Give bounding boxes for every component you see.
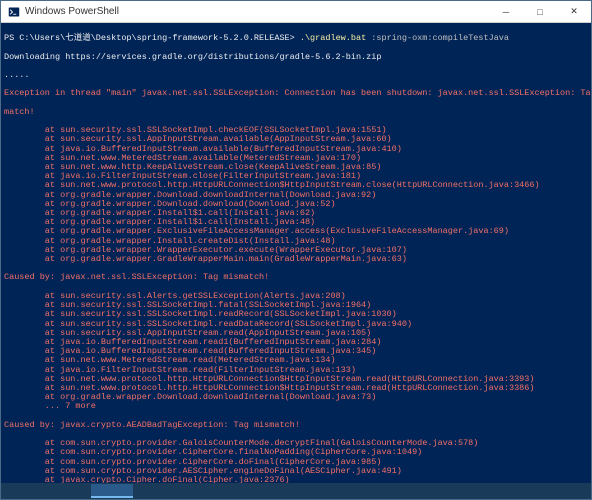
command-exec: .\gradlew.bat — [300, 33, 366, 43]
output-line: Downloading https://services.gradle.org/… — [4, 53, 588, 62]
stacktrace-line: ... 7 more — [4, 402, 588, 411]
stacktrace-line: at javax.crypto.Cipher.doFinal(Cipher.ja… — [4, 476, 588, 483]
powershell-window: Windows PowerShell ─ □ ✕ PS C:\Users\七道道… — [0, 0, 592, 500]
taskbar[interactable] — [1, 483, 591, 499]
window-title: Windows PowerShell — [25, 6, 489, 17]
minimize-button[interactable]: ─ — [489, 1, 523, 22]
stacktrace-line: at org.gradle.wrapper.GradleWrapperMain.… — [4, 255, 588, 264]
error-line: Caused by: javax.crypto.AEADBadTagExcept… — [4, 421, 588, 430]
error-line: match! — [4, 108, 588, 117]
titlebar[interactable]: Windows PowerShell ─ □ ✕ — [1, 1, 591, 23]
taskbar-item[interactable] — [91, 484, 133, 498]
terminal-output[interactable]: PS C:\Users\七道道\Desktop\spring-framework… — [1, 23, 591, 483]
output-line: ..... — [4, 71, 588, 80]
maximize-button[interactable]: □ — [523, 1, 557, 22]
command-arg: :spring-oxm:compileTestJava — [366, 33, 509, 43]
error-line: Caused by: javax.net.ssl.SSLException: T… — [4, 273, 588, 282]
window-controls: ─ □ ✕ — [489, 1, 591, 22]
prompt-path: PS C:\Users\七道道\Desktop\spring-framework… — [4, 33, 300, 43]
close-button[interactable]: ✕ — [557, 1, 591, 22]
powershell-icon — [7, 5, 21, 19]
error-line: Exception in thread "main" javax.net.ssl… — [4, 89, 588, 98]
